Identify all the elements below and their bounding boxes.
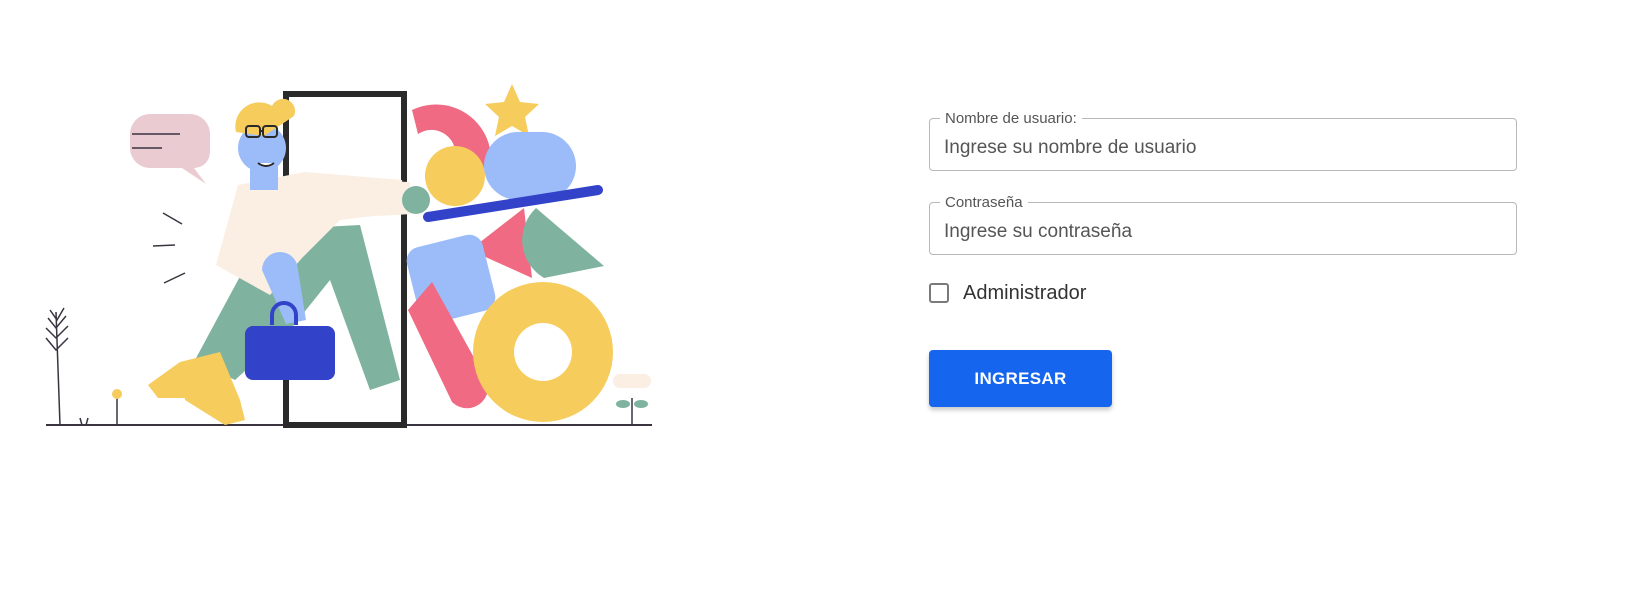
admin-checkbox-label[interactable]: Administrador [963, 282, 1086, 305]
speech-bubble-icon [130, 114, 210, 184]
login-form: Nombre de usuario: Contraseña Administra… [929, 110, 1517, 407]
admin-checkbox[interactable] [929, 283, 949, 303]
username-field: Nombre de usuario: [929, 110, 1517, 171]
login-page: Nombre de usuario: Contraseña Administra… [0, 0, 1635, 602]
login-submit-button[interactable]: INGRESAR [929, 350, 1112, 407]
shapes-pile-icon [406, 84, 613, 422]
plant-icon [45, 307, 89, 426]
password-field: Contraseña [929, 194, 1517, 255]
username-label: Nombre de usuario: [940, 110, 1082, 127]
door-illustration [45, 84, 652, 428]
password-label: Contraseña [940, 194, 1028, 211]
admin-checkbox-row[interactable]: Administrador [929, 280, 1517, 306]
